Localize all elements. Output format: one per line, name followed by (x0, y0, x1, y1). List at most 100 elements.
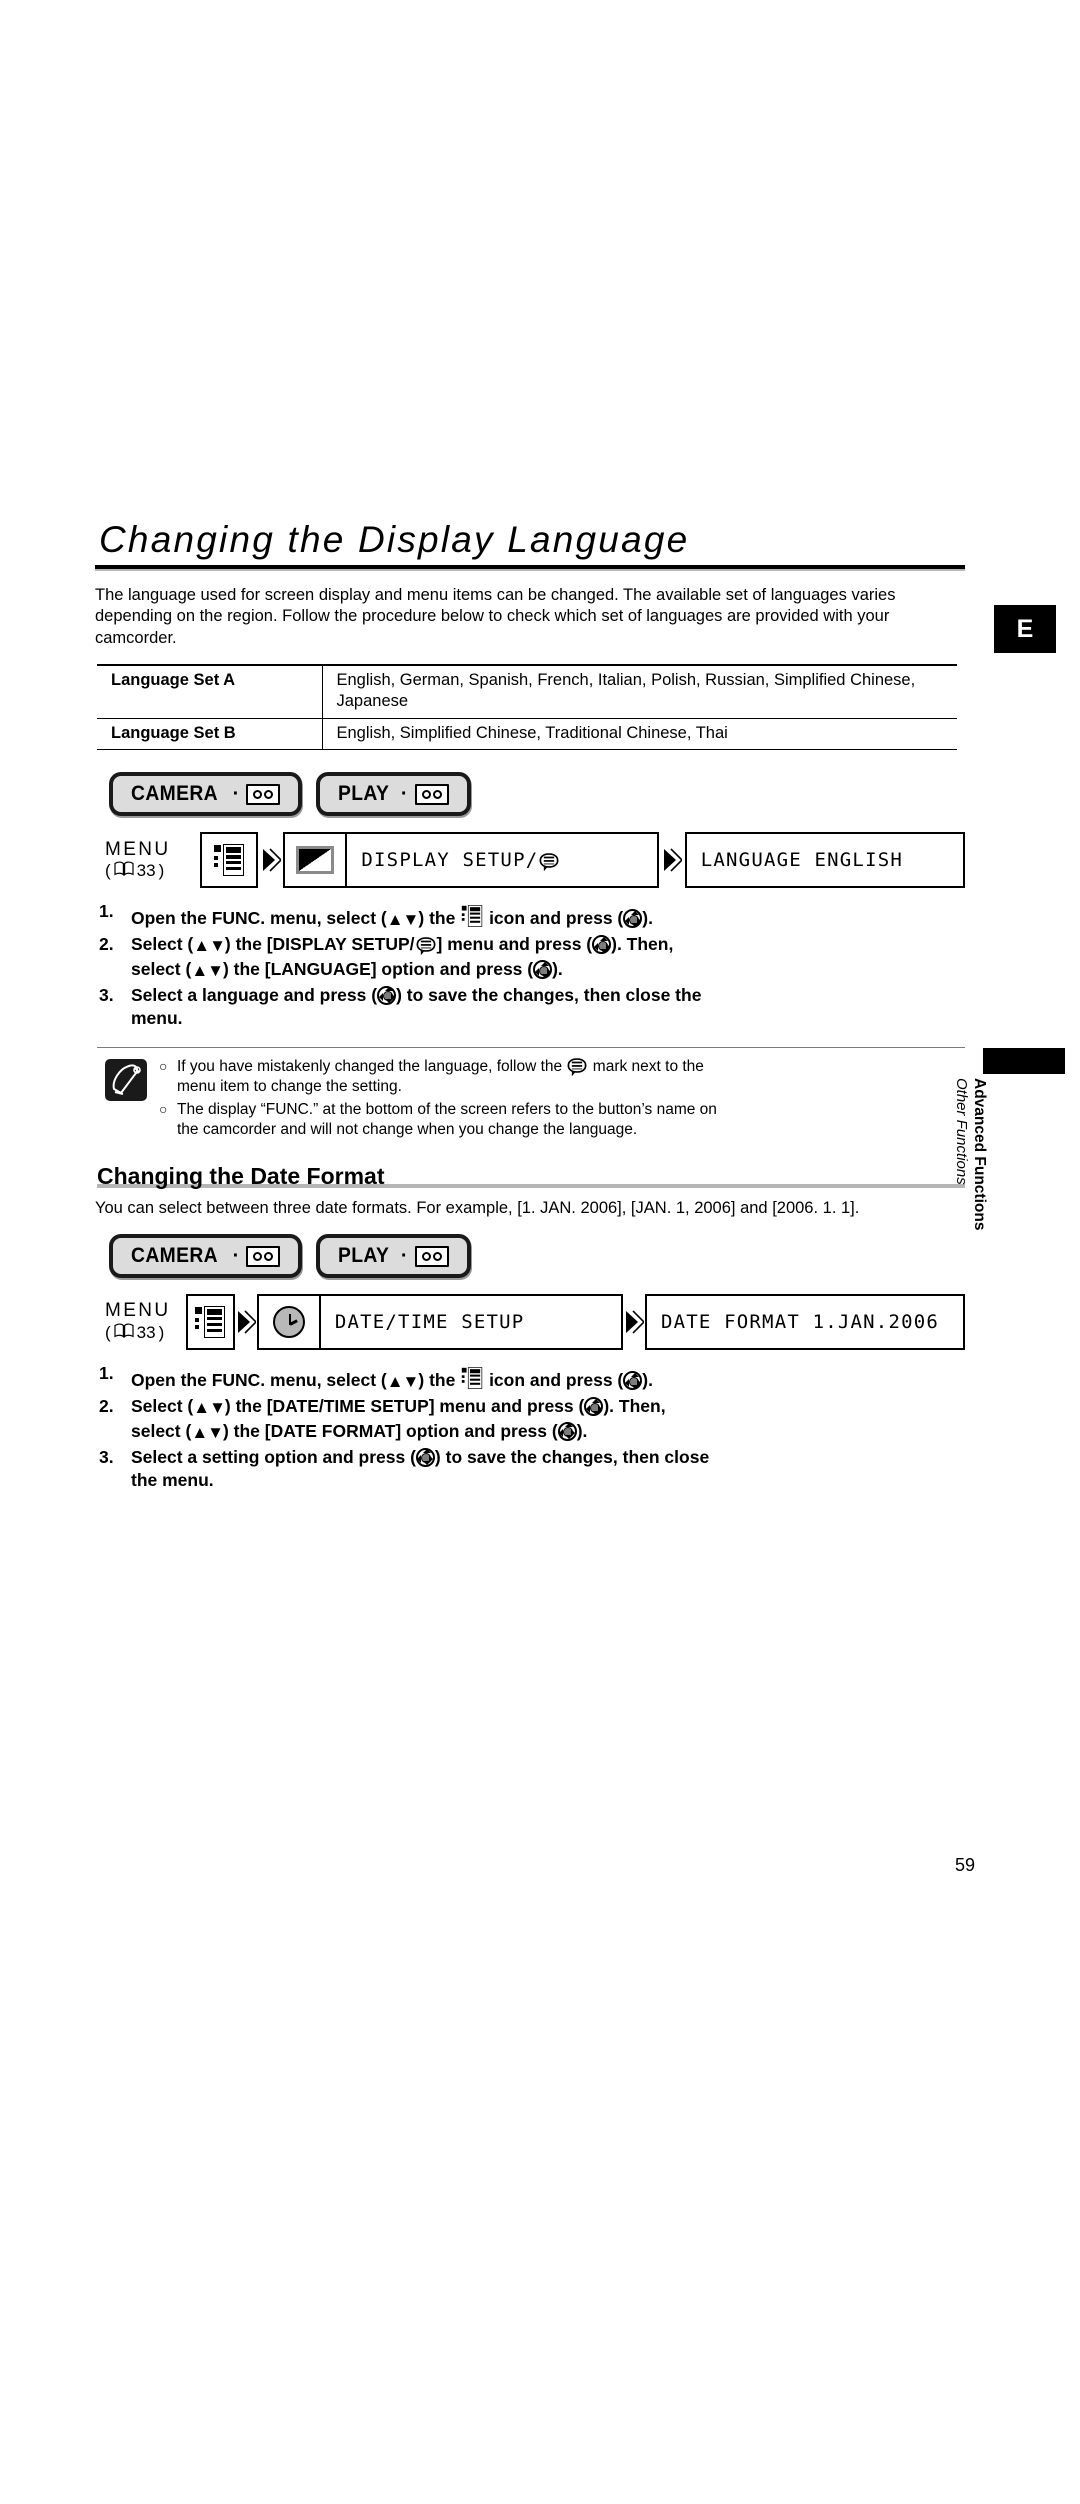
updown-arrows-icon: ▲▼ (386, 1372, 420, 1392)
language-set-a-label: Language Set A (97, 663, 323, 719)
list-item: ○ The display “FUNC.” at the bottom of t… (159, 1100, 965, 1140)
step-number: 1. (99, 1363, 114, 1384)
display-setup-icon-cell (285, 834, 348, 887)
date-format-heading: Changing the Date Format (97, 1163, 965, 1190)
mode-buttons-date: CAMERA · PLAY · (109, 1234, 965, 1279)
list-item: 1. Open the FUNC. menu, select (▲▼) the i… (97, 1362, 965, 1394)
step-number: 2. (99, 1396, 114, 1417)
separator-dot: · (400, 1245, 408, 1268)
func-menu-icon (213, 844, 244, 877)
menu-word: MENU (105, 838, 171, 860)
camera-mode-label: CAMERA (131, 1244, 218, 1268)
flow-arrow-icon (623, 1294, 645, 1350)
step-text: ). (552, 959, 563, 980)
play-mode-label: PLAY (338, 1244, 390, 1268)
language-set-a-value: English, German, Spanish, French, Italia… (322, 663, 957, 719)
step-text: ] menu and press ( (436, 934, 593, 955)
datetime-setup-label: DATE/TIME SETUP (321, 1311, 621, 1333)
language-bubble-icon (539, 853, 559, 872)
page-title: Changing the Display Language (99, 519, 690, 560)
step-text: ) the (418, 1370, 461, 1391)
tape-icon (414, 1245, 449, 1267)
flow-arrow-icon (258, 832, 284, 888)
step-text: icon and press ( (484, 1370, 624, 1391)
step-text: ) the [DATE FORMAT] option and press ( (222, 1420, 558, 1441)
menu-flow-language: MENU ( 33 ) DISPLAY SETUP/ LANGUAGE ENGL… (97, 832, 965, 889)
func-menu-icon (195, 1306, 226, 1339)
flow-arrow-icon (659, 832, 685, 888)
tape-icon (246, 1245, 281, 1267)
note-text: If you have mistakenly changed the langu… (177, 1057, 704, 1097)
section-tab-letter: E (994, 605, 1056, 653)
step-text: ) the (418, 908, 461, 929)
date-format-heading-text: Changing the Date Format (97, 1163, 385, 1190)
step-number: 1. (99, 901, 114, 922)
table-row: Language Set B English, Simplified Chine… (97, 717, 957, 751)
menu-reference: MENU ( 33 ) (97, 832, 200, 888)
note-text: The display “FUNC.” at the bottom of the… (177, 1100, 717, 1140)
step-text: ). Then, (603, 1396, 666, 1417)
language-steps-list: 1. Open the FUNC. menu, select (▲▼) the i… (97, 900, 965, 1030)
list-item: ○ If you have mistakenly changed the lan… (159, 1057, 965, 1097)
note-text-a: The display “FUNC.” at the bottom of the… (177, 1100, 717, 1118)
camera-mode-button[interactable]: CAMERA · (109, 772, 303, 817)
note-text-a: If you have mistakenly changed the langu… (177, 1057, 567, 1075)
note-bullet: ○ (159, 1057, 168, 1074)
tape-icon (414, 783, 449, 805)
date-format-option-label: DATE FORMAT 1.JAN.2006 (660, 1311, 939, 1334)
play-mode-button[interactable]: PLAY · (316, 772, 471, 817)
step-text: ). (642, 1370, 653, 1391)
mode-buttons-language: CAMERA · PLAY · (109, 772, 965, 817)
joystick-icon (415, 1447, 435, 1467)
note-bullet: ○ (159, 1100, 168, 1117)
menu-reference: MENU ( 33 ) (97, 1294, 186, 1350)
date-format-intro-paragraph: You can select between three date format… (95, 1199, 860, 1218)
language-intro-paragraph: The language used for screen display and… (95, 585, 896, 648)
camera-mode-button[interactable]: CAMERA · (109, 1234, 303, 1279)
step-text: ). Then, (611, 934, 674, 955)
step-text: ) to save the changes, then close the (396, 984, 702, 1005)
page-ref-number: 33 (136, 1322, 156, 1342)
flow-arrow-icon (235, 1294, 257, 1350)
separator-dot: · (232, 1245, 240, 1268)
joystick-icon (584, 1397, 604, 1417)
list-item: 3. Select a language and press () to save… (97, 984, 965, 1031)
notes-block: ○ If you have mistakenly changed the lan… (97, 1046, 965, 1148)
display-setup-text: DISPLAY SETUP/ (361, 849, 539, 872)
joystick-icon (533, 960, 553, 980)
step-text: ). (576, 1420, 588, 1441)
book-icon (114, 861, 134, 881)
menu-flow-date: MENU ( 33 ) DATE/TIME SETUP DATE FORMAT … (97, 1294, 965, 1351)
paren-open: ( (105, 1322, 111, 1342)
page-content: Changing the Display Language The langua… (95, 519, 965, 1493)
step-number: 3. (99, 1446, 114, 1467)
updown-arrows-icon: ▲▼ (193, 936, 226, 956)
step-text: ) the [DATE/TIME SETUP] menu and press ( (224, 1396, 585, 1417)
step-text: Open the FUNC. menu, select ( (131, 1370, 387, 1391)
list-item: 1. Open the FUNC. menu, select (▲▼) the i… (97, 900, 965, 932)
step-number: 2. (99, 934, 114, 955)
language-set-b-value: English, Simplified Chinese, Traditional… (322, 717, 957, 751)
language-set-b-label: Language Set B (97, 717, 323, 751)
func-menu-icon-box[interactable] (185, 1294, 236, 1351)
page-reference: ( 33 ) (105, 861, 200, 881)
step-text: Select a setting option and press ( (131, 1446, 416, 1467)
updown-arrows-icon: ▲▼ (386, 910, 420, 930)
play-mode-label: PLAY (338, 782, 390, 806)
func-menu-icon-box[interactable] (200, 832, 258, 889)
tape-icon (246, 783, 281, 805)
side-tab-marker (983, 1048, 1065, 1074)
date-format-option-box[interactable]: DATE FORMAT 1.JAN.2006 (644, 1294, 965, 1351)
language-option-box[interactable]: LANGUAGE ENGLISH (684, 832, 965, 889)
paren-close: ) (158, 1322, 165, 1342)
step-text: menu. (131, 1008, 183, 1029)
pencil-note-icon (105, 1058, 147, 1101)
play-mode-button[interactable]: PLAY · (316, 1234, 471, 1279)
datetime-setup-menu-box[interactable]: DATE/TIME SETUP (256, 1294, 624, 1351)
step-number: 3. (99, 984, 114, 1005)
note-text-b: mark next to the (588, 1057, 704, 1075)
display-setup-label: DISPLAY SETUP/ (347, 849, 657, 872)
joystick-icon (557, 1421, 577, 1441)
notes-list: ○ If you have mistakenly changed the lan… (159, 1057, 965, 1144)
display-setup-menu-box[interactable]: DISPLAY SETUP/ (283, 832, 659, 889)
